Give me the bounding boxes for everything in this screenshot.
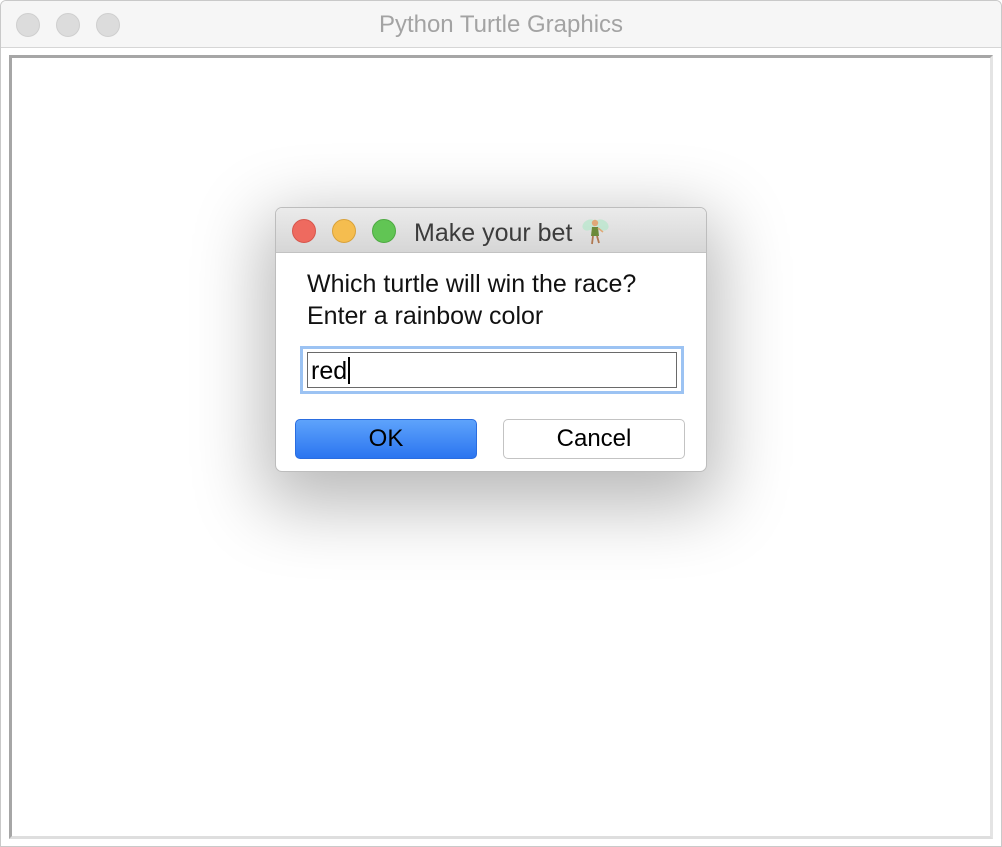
- dialog-maximize-button[interactable]: [372, 219, 396, 243]
- fairy-icon: [580, 216, 610, 246]
- cancel-button[interactable]: Cancel: [503, 419, 685, 459]
- input-value: red: [311, 357, 348, 385]
- ok-button[interactable]: OK: [295, 419, 477, 459]
- dialog-title: Make your bet: [414, 219, 573, 247]
- color-input[interactable]: red: [300, 346, 684, 394]
- window-titlebar[interactable]: Python Turtle Graphics: [1, 1, 1001, 48]
- text-caret: [348, 357, 351, 384]
- dialog-prompt: Which turtle will win the race? Enter a …: [307, 268, 636, 332]
- dialog-title-wrap: Make your bet: [414, 216, 610, 248]
- prompt-line-2: Enter a rainbow color: [307, 302, 544, 330]
- input-value-wrap: red: [311, 357, 351, 386]
- dialog-close-button[interactable]: [292, 219, 316, 243]
- prompt-line-1: Which turtle will win the race?: [307, 270, 637, 298]
- input-border: [307, 352, 677, 388]
- dialog-titlebar[interactable]: Make your bet: [276, 208, 706, 253]
- bet-dialog: Make your bet Which turtle will win the …: [275, 207, 707, 472]
- window-title: Python Turtle Graphics: [378, 11, 624, 38]
- dialog-minimize-button[interactable]: [332, 219, 356, 243]
